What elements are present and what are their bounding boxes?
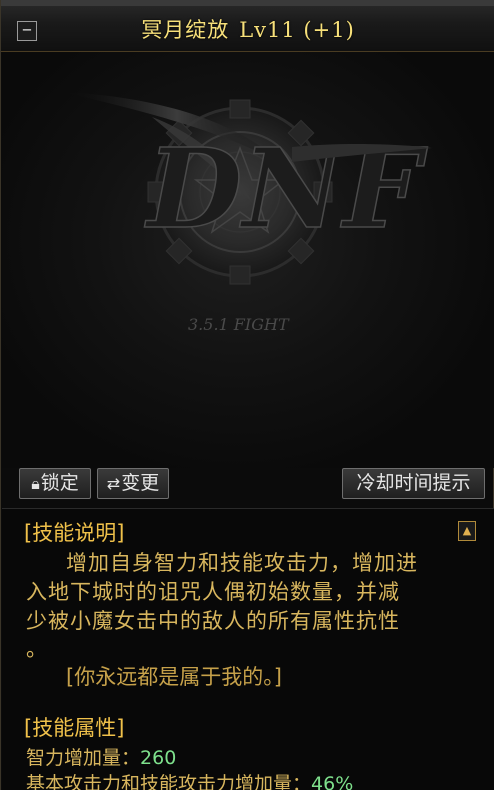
attribute-label: 智力增加量： [26, 747, 141, 769]
skill-info-window: − 冥月绽放 Lv11 (+1) DNF 3.5.1 FIGHT 🔒︎锁定 ⇄变… [0, 0, 494, 790]
change-button-label: 变更 [121, 472, 160, 494]
cooldown-hint-button[interactable]: 冷却时间提示 [342, 468, 485, 499]
skill-description-panel[interactable]: ▲ [技能说明] 增加自身智力和技能攻击力，增加进 入地下城时的诅咒人偶初始数量… [2, 508, 494, 790]
description-line: 增加自身智力和技能攻击力，增加进 [66, 551, 418, 575]
skill-quote: [你永远都是属于我的。] [66, 665, 282, 689]
swap-icon: ⇄ [106, 474, 121, 493]
dnf-logo-text: DNF [144, 124, 428, 253]
version-text: 3.5.1 FIGHT [188, 315, 290, 334]
attribute-value: 260 [140, 747, 177, 769]
scroll-up-icon[interactable]: ▲ [458, 521, 476, 541]
change-button[interactable]: ⇄变更 [97, 468, 169, 499]
attribute-value: 46% [311, 773, 354, 790]
skill-name: 冥月绽放 [141, 18, 230, 42]
skill-artwork: DNF 3.5.1 FIGHT [2, 52, 494, 468]
dnf-logo-gear-icon: DNF 3.5.1 FIGHT [62, 92, 432, 334]
attributes-section-title: [技能属性] [24, 716, 125, 740]
description-line: 。 [26, 637, 48, 661]
attribute-label: 基本攻击力和技能攻击力增加量： [26, 773, 312, 790]
attribute-row-attack: 基本攻击力和技能攻击力增加量：46% [26, 769, 353, 790]
attribute-row-intelligence: 智力增加量：260 [26, 743, 176, 770]
skill-button-row: 🔒︎锁定 ⇄变更 冷却时间提示 [1, 468, 494, 502]
description-section-title: [技能说明] [24, 521, 125, 545]
skill-level: Lv11 (+1) [239, 18, 355, 42]
skill-title: 冥月绽放 Lv11 (+1) [1, 14, 494, 44]
title-bar-top-strip [1, 0, 494, 6]
description-line: 入地下城时的诅咒人偶初始数量，并减 [26, 580, 400, 604]
lock-icon: 🔒︎ [31, 474, 40, 493]
lock-button-label: 锁定 [40, 472, 79, 494]
description-line: 少被小魔女击中的敌人的所有属性抗性 [26, 609, 400, 633]
title-bar[interactable]: − 冥月绽放 Lv11 (+1) [1, 0, 494, 52]
lock-button[interactable]: 🔒︎锁定 [19, 468, 91, 499]
